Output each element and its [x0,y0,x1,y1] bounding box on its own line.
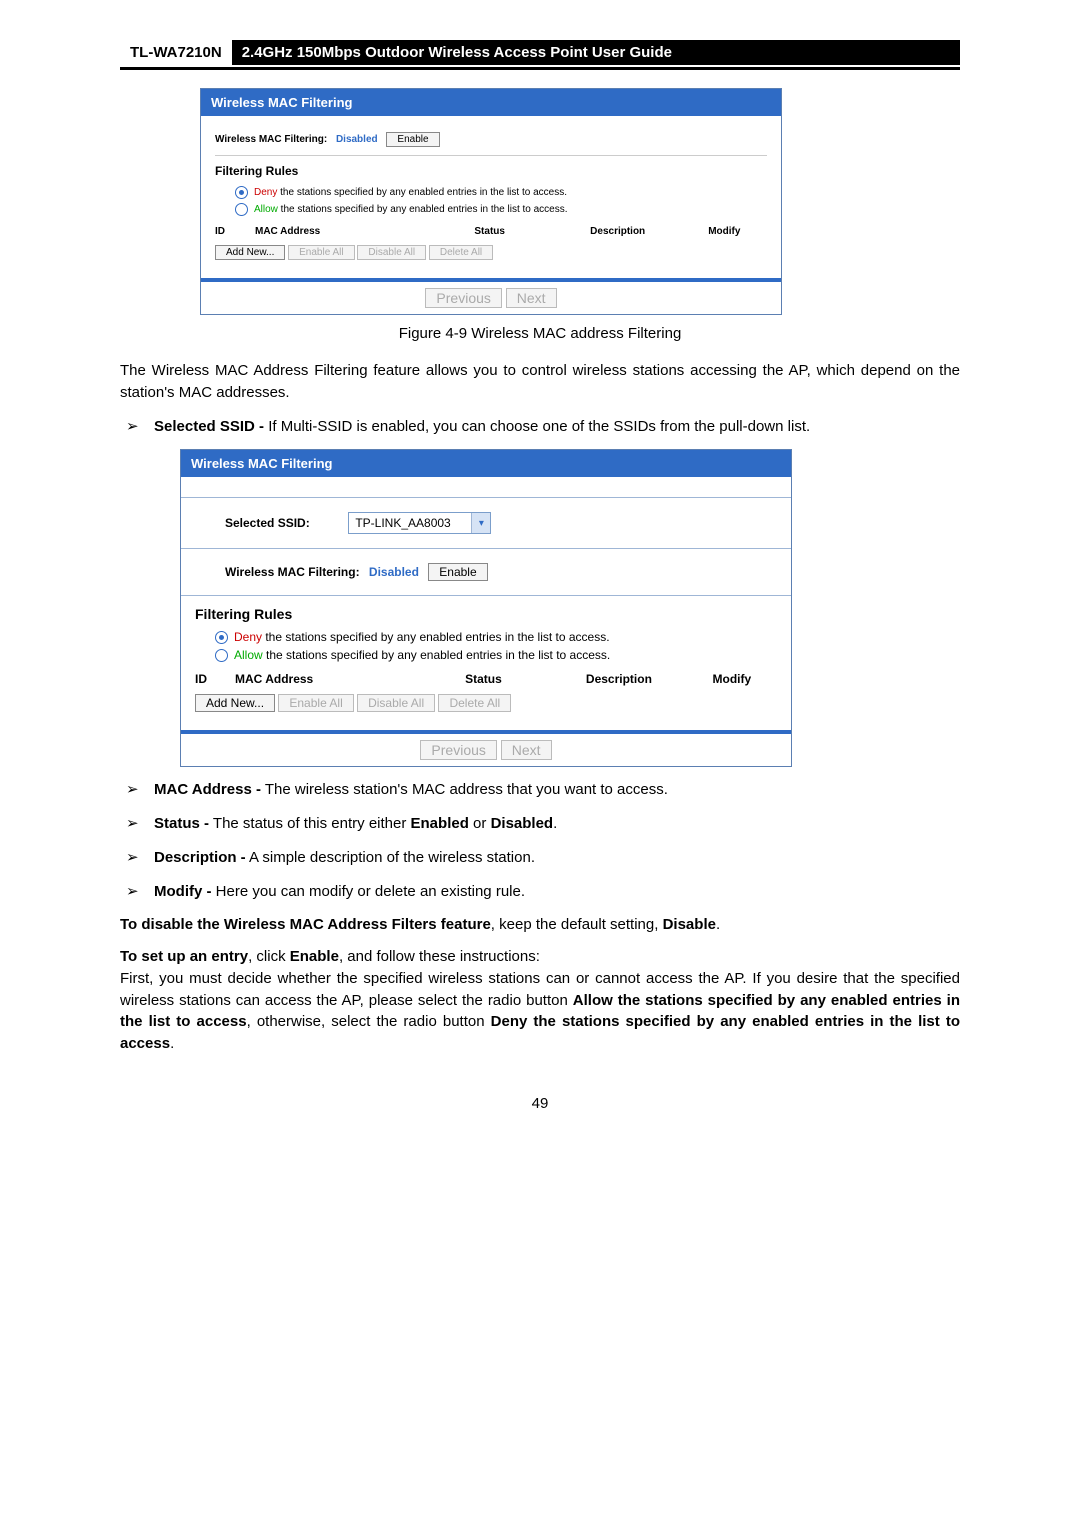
allow-suffix: the stations specified by any enabled en… [263,648,611,662]
intro-paragraph: The Wireless MAC Address Filtering featu… [120,360,960,404]
radio-allow[interactable] [235,203,248,216]
setup-body-2: , otherwise, select the radio button [247,1013,491,1030]
allow-suffix: the stations specified by any enabled en… [278,204,568,215]
selected-ssid-label: Selected SSID: [225,516,345,530]
selected-ssid-lead: Selected SSID - [154,418,264,435]
filtering-label: Wireless MAC Filtering: [225,565,360,579]
previous-button[interactable]: Previous [420,740,496,760]
description-item: Description - A simple description of th… [120,847,960,869]
setup-instruction: To set up an entry, click Enable, and fo… [120,946,960,1055]
add-new-button[interactable]: Add New... [215,245,285,260]
add-new-button[interactable]: Add New... [195,694,275,712]
chevron-down-icon[interactable]: ▾ [471,513,490,533]
page-number: 49 [120,1095,960,1112]
disable-word: Disable [663,916,716,933]
next-button[interactable]: Next [506,288,557,308]
panel-title: Wireless MAC Filtering [201,89,781,116]
radio-deny[interactable] [235,186,248,199]
disable-all-button[interactable]: Disable All [357,245,426,260]
allow-word: Allow [234,648,263,662]
previous-button[interactable]: Previous [425,288,501,308]
mod-rest: Here you can modify or delete an existin… [212,883,526,900]
deny-word: Deny [234,630,262,644]
selected-ssid-rest: If Multi-SSID is enabled, you can choose… [264,418,810,435]
filtering-label: Wireless MAC Filtering: [215,134,327,145]
radio-deny[interactable] [215,631,228,644]
deny-suffix: the stations specified by any enabled en… [277,187,567,198]
next-button[interactable]: Next [501,740,552,760]
delete-all-button[interactable]: Delete All [429,245,493,260]
mac-rest: The wireless station's MAC address that … [261,781,668,798]
col-id: ID [215,226,255,237]
deny-word: Deny [254,187,277,198]
filtering-rules-heading: Filtering Rules [195,606,777,622]
setup-end: , and follow these instructions: [339,948,540,965]
table-header: ID MAC Address Status Description Modify [215,226,767,237]
figure-4-9-screenshot: Wireless MAC Filtering Wireless MAC Filt… [200,88,782,315]
col-status: Status [416,672,552,686]
enable-all-button[interactable]: Enable All [288,245,354,260]
disable-end: . [716,916,720,933]
delete-all-button[interactable]: Delete All [438,694,511,712]
ssid-select[interactable]: TP-LINK_AA8003 ▾ [348,512,491,534]
ssid-select-value: TP-LINK_AA8003 [349,516,471,530]
enable-all-button[interactable]: Enable All [278,694,353,712]
col-desc: Description [554,226,682,237]
status-end: . [553,815,557,832]
selected-ssid-item: Selected SSID - If Multi-SSID is enabled… [120,416,960,438]
disable-instruction: To disable the Wireless MAC Address Filt… [120,914,960,936]
filtering-state: Disabled [369,565,419,579]
setup-enable: Enable [290,948,339,965]
modify-item: Modify - Here you can modify or delete a… [120,881,960,903]
enable-button[interactable]: Enable [428,563,487,581]
deny-suffix: the stations specified by any enabled en… [262,630,610,644]
radio-allow[interactable] [215,649,228,662]
setup-lead: To set up an entry [120,948,248,965]
enable-button[interactable]: Enable [386,132,439,147]
col-mac: MAC Address [255,226,426,237]
col-desc: Description [551,672,687,686]
deny-radio-row[interactable]: Deny the stations specified by any enabl… [235,186,767,199]
mac-lead: MAC Address - [154,781,261,798]
filtering-rules-heading: Filtering Rules [215,164,767,178]
status-or: or [469,815,491,832]
desc-lead: Description - [154,849,246,866]
filtering-state: Disabled [336,134,378,145]
table-header: ID MAC Address Status Description Modify [195,672,777,686]
col-modify: Modify [687,672,777,686]
status-lead: Status - [154,815,209,832]
allow-word: Allow [254,204,278,215]
status-enabled: Enabled [411,815,469,832]
setup-mid: , click [248,948,290,965]
allow-radio-row[interactable]: Allow the stations specified by any enab… [215,648,777,662]
status-disabled: Disabled [491,815,554,832]
status-mid: The status of this entry either [209,815,411,832]
model-number: TL-WA7210N [120,40,232,65]
mac-address-item: MAC Address - The wireless station's MAC… [120,779,960,801]
page: TL-WA7210N 2.4GHz 150Mbps Outdoor Wirele… [0,0,1080,1527]
deny-radio-row[interactable]: Deny the stations specified by any enabl… [215,630,777,644]
status-item: Status - The status of this entry either… [120,813,960,835]
allow-radio-row[interactable]: Allow the stations specified by any enab… [235,203,767,216]
disable-all-button[interactable]: Disable All [357,694,435,712]
col-modify: Modify [682,226,767,237]
disable-mid: , keep the default setting, [491,916,663,933]
col-mac: MAC Address [235,672,416,686]
desc-rest: A simple description of the wireless sta… [246,849,535,866]
figure-ssid-screenshot: Wireless MAC Filtering Selected SSID: TP… [180,449,792,767]
panel-title: Wireless MAC Filtering [181,450,791,477]
col-id: ID [195,672,235,686]
document-header: TL-WA7210N 2.4GHz 150Mbps Outdoor Wirele… [120,40,960,70]
col-status: Status [426,226,554,237]
setup-body-3: . [170,1035,174,1052]
figure-4-9-caption: Figure 4-9 Wireless MAC address Filterin… [120,325,960,342]
disable-lead: To disable the Wireless MAC Address Filt… [120,916,491,933]
document-title: 2.4GHz 150Mbps Outdoor Wireless Access P… [232,40,960,65]
mod-lead: Modify - [154,883,212,900]
